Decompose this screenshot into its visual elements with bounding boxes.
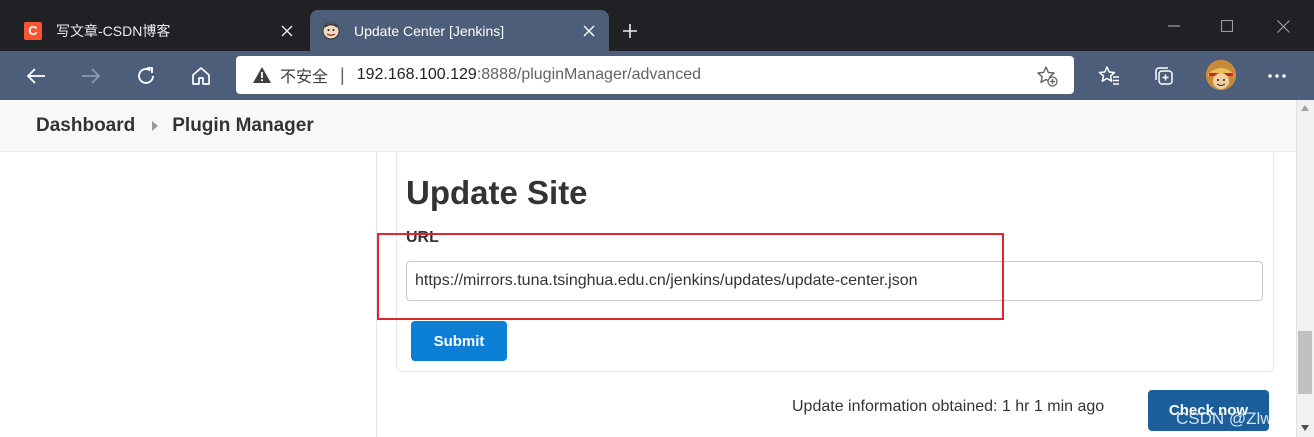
scrollbar-thumb[interactable]: [1298, 331, 1312, 394]
collections-icon[interactable]: [1148, 60, 1180, 92]
tab-update-center[interactable]: Update Center [Jenkins]: [310, 10, 609, 51]
close-icon[interactable]: [577, 19, 601, 43]
warning-icon[interactable]: [252, 65, 272, 85]
more-options-icon[interactable]: [1261, 60, 1293, 92]
address-url[interactable]: 192.168.100.129:8888/pluginManager/advan…: [357, 66, 701, 84]
breadcrumb-plugin-manager[interactable]: Plugin Manager: [172, 115, 313, 137]
profile-avatar[interactable]: [1206, 60, 1236, 90]
window-close-icon[interactable]: [1269, 12, 1297, 40]
new-tab-icon[interactable]: [618, 19, 642, 43]
refresh-icon[interactable]: [130, 60, 162, 92]
jenkins-favicon-icon: [322, 22, 340, 40]
tab-strip: C 写文章-CSDN博客 Update Center [Jenkins]: [0, 0, 1314, 51]
home-icon[interactable]: [185, 60, 217, 92]
submit-button[interactable]: Submit: [411, 321, 507, 361]
breadcrumb: Dashboard Plugin Manager: [0, 100, 1296, 152]
scroll-up-icon[interactable]: [1300, 102, 1310, 114]
tab-title: Update Center [Jenkins]: [354, 22, 505, 39]
back-icon[interactable]: [20, 60, 52, 92]
tab-csdn[interactable]: C 写文章-CSDN博客: [12, 10, 307, 51]
watermark: CSDN @Zlwriii: [1176, 409, 1290, 428]
minimize-icon[interactable]: [1160, 12, 1188, 40]
scroll-down-icon[interactable]: [1300, 422, 1310, 434]
chevron-right-icon: [135, 120, 175, 131]
tab-title: 写文章-CSDN博客: [56, 22, 171, 39]
update-info-text: Update information obtained: 1 hr 1 min …: [792, 398, 1105, 415]
maximize-icon[interactable]: [1213, 12, 1241, 40]
csdn-favicon-icon: C: [24, 21, 42, 40]
url-path: :8888/pluginManager/advanced: [476, 66, 701, 83]
browser-toolbar: 不安全 | 192.168.100.129:8888/pluginManager…: [0, 51, 1314, 100]
address-separator: |: [340, 64, 345, 85]
update-site-heading: Update Site: [406, 174, 588, 211]
highlight-annotation: [377, 233, 1004, 320]
add-favorite-icon[interactable]: [1036, 65, 1058, 87]
forward-icon[interactable]: [75, 60, 107, 92]
security-label: 不安全: [280, 69, 329, 86]
breadcrumb-dashboard[interactable]: Dashboard: [36, 115, 135, 137]
browser-window: C 写文章-CSDN博客 Update Center [Jenkins] 不安全…: [0, 0, 1314, 437]
close-icon[interactable]: [275, 19, 299, 43]
address-bar[interactable]: 不安全 | 192.168.100.129:8888/pluginManager…: [236, 56, 1074, 94]
url-host: 192.168.100.129: [356, 66, 477, 83]
favorites-icon[interactable]: [1093, 60, 1125, 92]
